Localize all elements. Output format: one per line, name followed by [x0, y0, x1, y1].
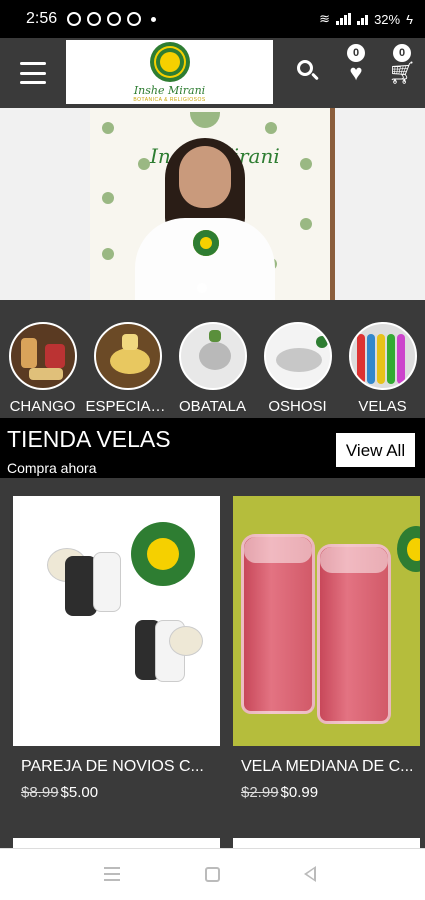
- banner-shelf: [330, 108, 335, 300]
- old-price: $2.99: [241, 784, 279, 801]
- product-title[interactable]: VELA MEDIANA DE C...: [241, 758, 421, 776]
- category-oshosi[interactable]: OSHOSI: [255, 322, 340, 418]
- product-price: $2.99 $0.99: [241, 784, 318, 801]
- status-bar: 2:56 ≋ 32% ϟ: [0, 0, 425, 38]
- category-chango[interactable]: CHANGO: [0, 322, 85, 418]
- category-especial[interactable]: ESPECIAL...: [85, 322, 170, 418]
- category-label: CHANGO: [9, 398, 76, 415]
- battery-charging-icon: ϟ: [406, 11, 413, 27]
- category-thumb: [178, 322, 247, 390]
- category-velas[interactable]: VELAS: [340, 322, 425, 418]
- brand-seal-icon: [131, 522, 195, 586]
- category-strip: CHANGO ESPECIAL... OBATALA OSHOSI VELAS: [0, 300, 425, 418]
- candle-image: [241, 534, 315, 714]
- product-card[interactable]: [233, 496, 420, 746]
- heart-icon: ♥: [349, 60, 363, 85]
- logo-text: Inshe Mirani: [133, 83, 206, 97]
- store-logo[interactable]: Inshe Mirani BOTANICA & RELIGIOSOS: [66, 40, 273, 104]
- notification-icon: [107, 12, 122, 26]
- category-label: VELAS: [358, 398, 407, 415]
- banner-person: [135, 138, 275, 300]
- status-time: 2:56: [26, 10, 58, 27]
- banner-photo: Inshe Mirani: [90, 108, 335, 300]
- recent-apps-icon[interactable]: [104, 867, 120, 881]
- battery-level: 32%: [374, 11, 401, 27]
- candle-image: [317, 544, 391, 724]
- section-header: TIENDA VELAS Compra ahora View All: [0, 418, 425, 478]
- product-title[interactable]: PAREJA DE NOVIOS C...: [21, 758, 211, 776]
- product-card-next[interactable]: [13, 838, 220, 848]
- notification-icon: [67, 12, 82, 26]
- menu-icon[interactable]: [20, 62, 46, 84]
- signal-icon: [336, 13, 352, 25]
- more-notifications-icon: [151, 16, 157, 22]
- category-thumb: [8, 322, 77, 390]
- signal-icon-2: [357, 13, 369, 25]
- notification-icon: [127, 12, 142, 26]
- old-price: $8.99: [21, 784, 59, 801]
- back-icon[interactable]: [304, 866, 316, 882]
- notification-icon: [87, 12, 102, 26]
- view-all-button[interactable]: View All: [335, 432, 416, 468]
- system-nav-bar: [0, 848, 425, 900]
- product-grid: PAREJA DE NOVIOS C... $8.99 $5.00 VELA ME…: [0, 478, 425, 848]
- carousel-indicator[interactable]: [197, 283, 207, 293]
- app-bar: Inshe Mirani BOTANICA & RELIGIOSOS ♥ 0 🛒…: [0, 38, 425, 108]
- brand-seal-icon: [397, 526, 420, 572]
- wifi-icon: ≋: [319, 11, 331, 26]
- notification-icons: [67, 12, 157, 26]
- product-card[interactable]: [13, 496, 220, 746]
- product-card-next[interactable]: [233, 838, 420, 848]
- logo-seal-icon: [149, 41, 190, 82]
- section-title: TIENDA VELAS: [7, 426, 171, 452]
- sale-price: $5.00: [60, 784, 99, 801]
- hero-banner[interactable]: Inshe Mirani: [0, 108, 425, 300]
- category-label: OSHOSI: [268, 398, 327, 415]
- category-label: ESPECIAL...: [85, 398, 170, 415]
- logo-subtext: BOTANICA & RELIGIOSOS: [133, 96, 206, 103]
- cart-icon: 🛒︎: [388, 60, 416, 85]
- cart-count-badge: 0: [393, 44, 411, 62]
- sale-price: $0.99: [280, 784, 319, 801]
- section-subtitle: Compra ahora: [7, 460, 97, 476]
- home-icon[interactable]: [205, 867, 220, 882]
- category-thumb: [348, 322, 417, 390]
- system-indicators: ≋ 32% ϟ: [319, 11, 413, 27]
- search-icon[interactable]: [297, 60, 321, 84]
- wishlist-count-badge: 0: [347, 44, 365, 62]
- category-obatala[interactable]: OBATALA: [170, 322, 255, 418]
- category-thumb: [263, 322, 332, 390]
- category-thumb: [93, 322, 162, 390]
- category-label: OBATALA: [179, 398, 246, 415]
- wishlist-button[interactable]: ♥ 0: [342, 44, 370, 86]
- cart-button[interactable]: 🛒︎ 0: [388, 44, 416, 86]
- product-price: $8.99 $5.00: [21, 784, 98, 801]
